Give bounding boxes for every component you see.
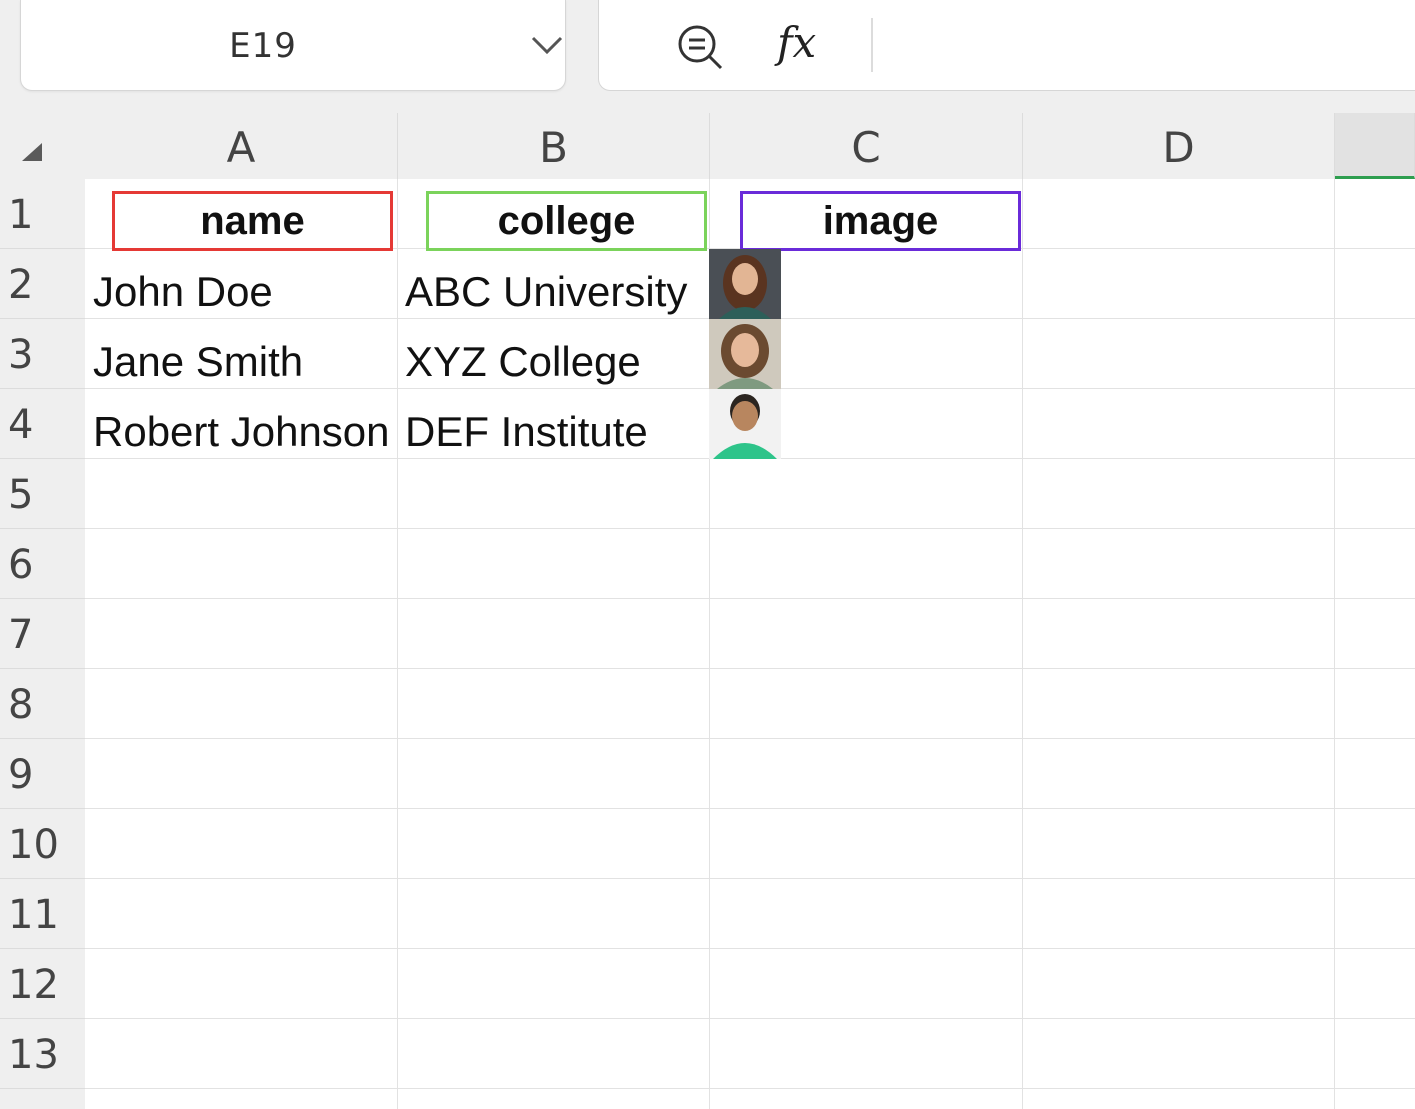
gridline: [85, 878, 1415, 879]
portrait-man-green-shirt-image[interactable]: [709, 389, 781, 459]
row-header-3[interactable]: 3: [0, 319, 85, 389]
row-header-10[interactable]: 10: [0, 809, 85, 879]
cell-college[interactable]: ABC University: [397, 249, 709, 319]
cell-college[interactable]: DEF Institute: [397, 389, 709, 459]
cell-name[interactable]: Robert Johnson: [85, 389, 397, 459]
function-icon[interactable]: fx: [777, 18, 816, 67]
select-all-icon[interactable]: [22, 143, 42, 161]
formula-input[interactable]: [889, 20, 1409, 70]
gridline: [85, 738, 1415, 739]
zoom-out-icon[interactable]: [675, 22, 729, 72]
cell-reference[interactable]: E19: [21, 26, 505, 66]
gridline: [85, 808, 1415, 809]
row-header-13[interactable]: 13: [0, 1019, 85, 1089]
header-cell-name[interactable]: name: [112, 191, 393, 251]
cell-name[interactable]: John Doe: [85, 249, 397, 319]
cell-area[interactable]: name college image John Doe ABC Universi…: [85, 179, 1415, 1109]
gridline: [85, 598, 1415, 599]
row-header-5[interactable]: 5: [0, 459, 85, 529]
select-all-corner[interactable]: [0, 113, 85, 179]
chevron-down-icon[interactable]: [529, 30, 565, 60]
row-header-8[interactable]: 8: [0, 669, 85, 739]
portrait-woman-long-hair-image[interactable]: [709, 249, 781, 319]
gridline: [85, 948, 1415, 949]
header-cell-college[interactable]: college: [426, 191, 707, 251]
column-header-d[interactable]: D: [1023, 113, 1335, 179]
row-header-9[interactable]: 9: [0, 739, 85, 809]
row-header-12[interactable]: 12: [0, 949, 85, 1019]
gridline: [85, 1088, 1415, 1089]
gridline: [85, 1018, 1415, 1019]
portrait-woman-curly-hair-image[interactable]: [709, 319, 781, 389]
formula-separator: [871, 18, 873, 72]
cell-name[interactable]: Jane Smith: [85, 319, 397, 389]
column-header-c[interactable]: C: [710, 113, 1023, 179]
column-header-e[interactable]: [1335, 113, 1415, 179]
column-header-b[interactable]: B: [398, 113, 710, 179]
row-header-7[interactable]: 7: [0, 599, 85, 669]
header-cell-image[interactable]: image: [740, 191, 1021, 251]
row-header-2[interactable]: 2: [0, 249, 85, 319]
cell-college[interactable]: XYZ College: [397, 319, 709, 389]
gridline: [85, 528, 1415, 529]
row-header-6[interactable]: 6: [0, 529, 85, 599]
column-header-a[interactable]: A: [85, 113, 398, 179]
row-header-4[interactable]: 4: [0, 389, 85, 459]
name-box[interactable]: E19: [20, 0, 566, 91]
formula-bar[interactable]: fx: [598, 0, 1415, 91]
row-header-1[interactable]: 1: [0, 179, 85, 249]
gridline: [85, 668, 1415, 669]
row-header-11[interactable]: 11: [0, 879, 85, 949]
